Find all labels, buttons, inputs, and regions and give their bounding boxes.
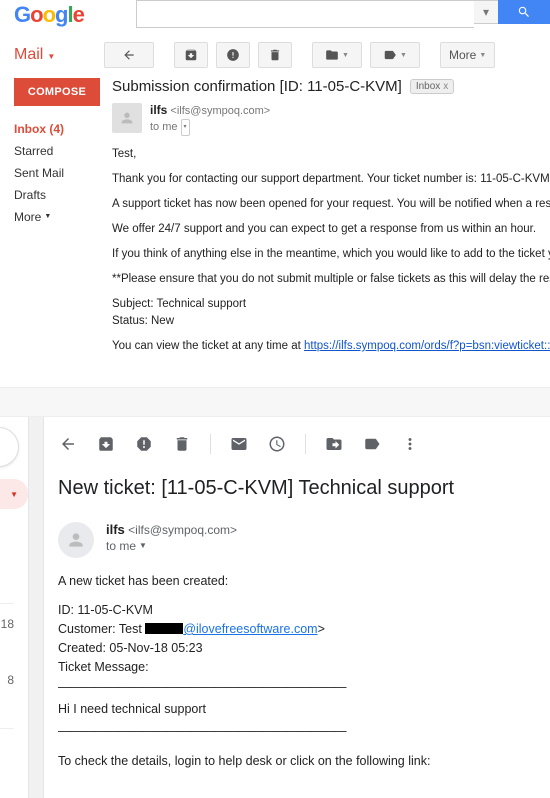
trash-icon [268, 48, 282, 62]
clock-icon [268, 435, 286, 453]
back-arrow-icon [122, 48, 136, 62]
nav-item[interactable]: ant [0, 569, 28, 597]
view-ticket-link[interactable]: https://ilfs.sympoq.com/ords/f?p=bsn:vie… [304, 340, 550, 352]
email-body: Test, Thank you for contacting our suppo… [112, 146, 550, 355]
search-input[interactable] [136, 0, 474, 28]
sender-email: <ilfs@sympoq.com> [128, 523, 237, 537]
folder-move-icon [325, 435, 343, 453]
nav-starred[interactable]: Starred [14, 140, 104, 162]
search-icon [517, 5, 531, 19]
close-icon[interactable]: x [443, 81, 448, 92]
search-options-dropdown[interactable]: ▾ [474, 0, 498, 24]
archive-button[interactable] [96, 434, 116, 454]
nav-item[interactable]: 18 [0, 610, 28, 638]
person-icon [66, 530, 86, 550]
mail-icon [230, 435, 248, 453]
nav-item[interactable]: a8 [0, 666, 28, 694]
redacted-text [145, 623, 183, 634]
spam-icon [135, 435, 153, 453]
spam-icon [226, 48, 240, 62]
person-icon [119, 110, 135, 126]
chevron-down-icon: ▼ [139, 538, 147, 554]
google-logo: Google [14, 0, 84, 24]
nav-item[interactable]: tions [0, 694, 28, 722]
labels-button[interactable] [362, 434, 382, 454]
mark-unread-button[interactable] [229, 434, 249, 454]
archive-icon [184, 48, 198, 62]
nav-inbox-collapsed[interactable]: ▼ [0, 479, 28, 509]
label-icon [383, 48, 397, 62]
chevron-down-icon: ▼ [44, 207, 51, 227]
image-gap [0, 387, 550, 417]
mail-menu[interactable]: Mail▼ [14, 46, 104, 64]
compose-button[interactable]: COMPOSE [14, 78, 100, 106]
trash-icon [173, 435, 191, 453]
moveto-button[interactable]: ▼ [312, 42, 362, 68]
nav-item[interactable]: scribe [0, 735, 28, 763]
archive-icon [97, 435, 115, 453]
search-button[interactable] [498, 0, 550, 24]
labels-button[interactable]: ▼ [370, 42, 420, 68]
more-button[interactable] [400, 434, 420, 454]
recipient-label[interactable]: to me▾ [150, 119, 270, 136]
back-arrow-icon [59, 435, 77, 453]
nav-item[interactable]: ories [0, 638, 28, 666]
back-button[interactable] [58, 434, 78, 454]
back-button[interactable] [104, 42, 154, 68]
sender-name: ilfs [106, 522, 125, 537]
spam-button[interactable] [216, 42, 250, 68]
nav-inbox[interactable]: Inbox (4) [14, 118, 104, 140]
email-subject: Submission confirmation [ID: 11-05-C-KVM… [112, 78, 402, 95]
delete-button[interactable] [258, 42, 292, 68]
compose-button[interactable]: ose [0, 427, 19, 467]
search-bar: ▾ [136, 0, 550, 24]
chevron-down-icon: ▼ [10, 490, 18, 499]
folder-icon [325, 48, 339, 62]
more-button[interactable]: More▼ [440, 42, 495, 68]
chevron-down-icon: ▾ [181, 119, 190, 136]
nav-more[interactable]: More▼ [14, 206, 104, 228]
more-vert-icon [401, 435, 419, 453]
recipient-label[interactable]: to me▼ [106, 538, 237, 554]
inbox-label-chip[interactable]: Inboxx [410, 79, 454, 94]
snooze-button[interactable] [267, 434, 287, 454]
spam-button[interactable] [134, 434, 154, 454]
archive-button[interactable] [174, 42, 208, 68]
sender-email: <ilfs@sympoq.com> [170, 105, 270, 117]
sender-avatar [58, 522, 94, 558]
moveto-button[interactable] [324, 434, 344, 454]
label-icon [363, 435, 381, 453]
nav-item[interactable]: d [0, 513, 28, 541]
nav-item[interactable]: app [0, 763, 28, 791]
sender-avatar [112, 103, 142, 133]
delete-button[interactable] [172, 434, 192, 454]
nav-drafts[interactable]: Drafts [14, 184, 104, 206]
nav-item[interactable]: ed [0, 541, 28, 569]
customer-email-link[interactable]: @ilovefreesoftware.com [183, 622, 317, 636]
sender-name: ilfs [150, 103, 167, 117]
email-subject: New ticket: [11-05-C-KVM] Technical supp… [58, 477, 550, 500]
chevron-down-icon: ▼ [47, 52, 55, 61]
nav-sent[interactable]: Sent Mail [14, 162, 104, 184]
scrollbar-track[interactable] [28, 417, 44, 798]
email-body: A new ticket has been created: ID: 11-05… [58, 572, 550, 770]
